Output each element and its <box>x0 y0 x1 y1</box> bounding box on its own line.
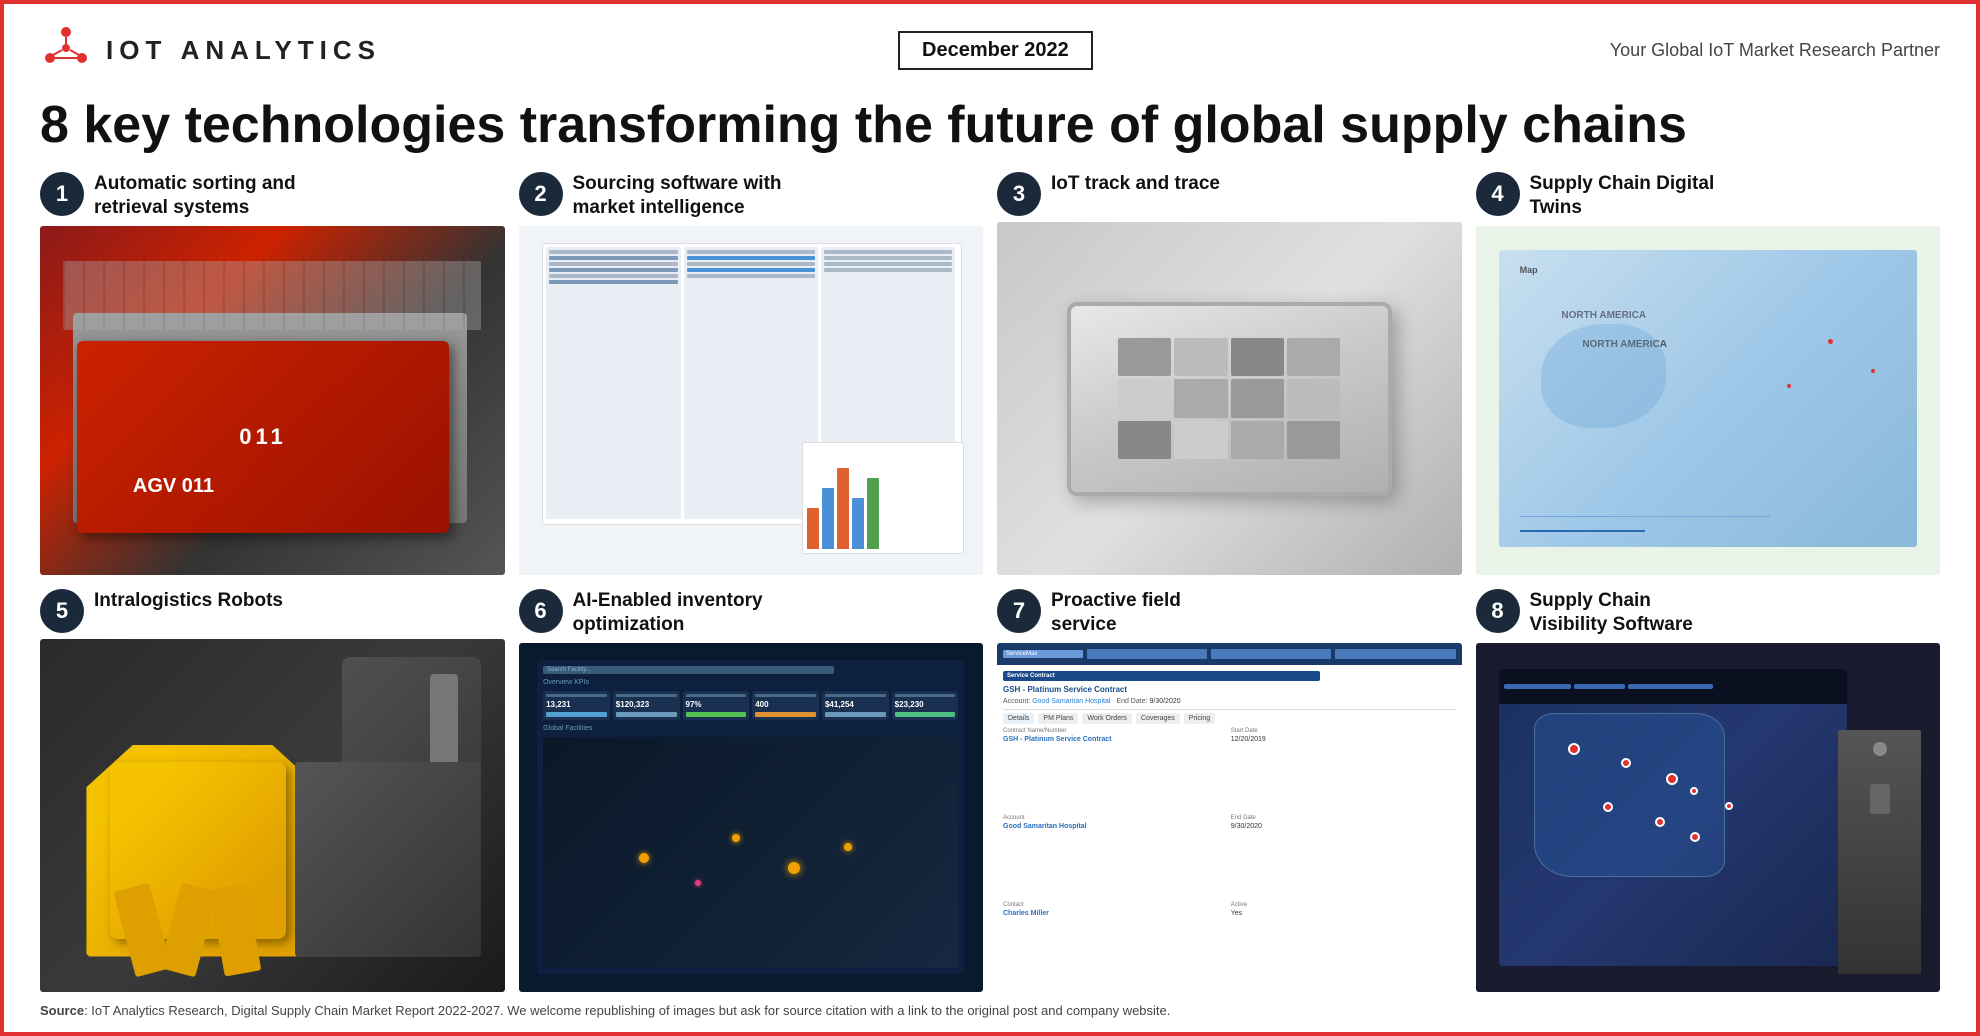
ai-kpis: 13,231 $120,323 97% <box>543 691 958 720</box>
servicemax-image: ServiceMax Service Contract GSH - Platin… <box>997 643 1462 992</box>
iot-image <box>997 222 1462 575</box>
ai-world-map <box>543 737 958 968</box>
card-5-title: Intralogistics Robots <box>94 589 283 613</box>
header: IOT ANALYTICS December 2022 Your Global … <box>40 22 1940 79</box>
robot-body: 011 <box>77 341 449 533</box>
card-4-image: Map NORTH AMERICA <box>1476 226 1941 575</box>
page: IOT ANALYTICS December 2022 Your Global … <box>4 4 1976 1032</box>
sourcing-chart <box>802 442 965 554</box>
card-2-image <box>519 226 984 575</box>
twins-map: Map NORTH AMERICA <box>1499 250 1917 547</box>
sourcing-image <box>519 226 984 575</box>
visibility-image <box>1476 643 1941 992</box>
iot-analytics-logo-icon <box>40 22 92 79</box>
card-8-image <box>1476 643 1941 992</box>
card-4: 4 Supply Chain Digital Twins Map NORTH A… <box>1476 172 1941 575</box>
card-7-title: Proactive field service <box>1051 589 1181 637</box>
card-5-number: 5 <box>40 589 84 633</box>
card-3-number: 3 <box>997 172 1041 216</box>
twins-image: Map NORTH AMERICA <box>1476 226 1941 575</box>
card-2-title: Sourcing software with market intelligen… <box>573 172 782 220</box>
footer-text: : IoT Analytics Research, Digital Supply… <box>84 1003 1170 1018</box>
card-8-title: Supply Chain Visibility Software <box>1530 589 1693 637</box>
card-3-image <box>997 222 1462 575</box>
servicemax-fields: Contract Name/Number GSH - Platinum Serv… <box>1003 728 1456 986</box>
card-6-header: 6 AI-Enabled inventory optimization <box>519 589 984 637</box>
conveyor-lines <box>63 261 481 331</box>
card-1-number: 1 <box>40 172 84 216</box>
card-6-image: Search Facility... Overview KPIs 13,231 … <box>519 643 984 992</box>
logo-area: IOT ANALYTICS <box>40 22 381 79</box>
main-title: 8 key technologies transforming the futu… <box>40 97 1940 154</box>
card-6-number: 6 <box>519 589 563 633</box>
card-3-title: IoT track and trace <box>1051 172 1220 196</box>
card-7-image: ServiceMax Service Contract GSH - Platin… <box>997 643 1462 992</box>
card-1-title: Automatic sorting and retrieval systems <box>94 172 296 220</box>
cards-grid: 1 Automatic sorting and retrieval system… <box>40 172 1940 992</box>
intralogistics-image <box>40 639 505 992</box>
card-1: 1 Automatic sorting and retrieval system… <box>40 172 505 575</box>
footer-source-label: Source <box>40 1003 84 1018</box>
card-4-title: Supply Chain Digital Twins <box>1530 172 1715 220</box>
card-8-number: 8 <box>1476 589 1520 633</box>
servicemax-body: Service Contract GSH - Platinum Service … <box>997 665 1462 992</box>
ai-inventory-inner: Search Facility... Overview KPIs 13,231 … <box>537 660 964 974</box>
presenter-silhouette <box>1838 730 1922 975</box>
card-1-header: 1 Automatic sorting and retrieval system… <box>40 172 505 220</box>
card-3-header: 3 IoT track and trace <box>997 172 1462 216</box>
card-6: 6 AI-Enabled inventory optimization Sear… <box>519 589 984 992</box>
robots-image: 011 <box>40 226 505 575</box>
card-5: 5 Intralogistics Robots <box>40 589 505 992</box>
card-2-number: 2 <box>519 172 563 216</box>
visibility-map <box>1499 669 1847 966</box>
card-7-number: 7 <box>997 589 1041 633</box>
card-2-header: 2 Sourcing software with market intellig… <box>519 172 984 220</box>
tagline: Your Global IoT Market Research Partner <box>1610 40 1940 61</box>
card-3: 3 IoT track and trace <box>997 172 1462 575</box>
servicemax-header: ServiceMax <box>997 643 1462 665</box>
date-badge: December 2022 <box>898 31 1093 70</box>
ai-inventory-image: Search Facility... Overview KPIs 13,231 … <box>519 643 984 992</box>
card-4-number: 4 <box>1476 172 1520 216</box>
card-4-header: 4 Supply Chain Digital Twins <box>1476 172 1941 220</box>
card-7-header: 7 Proactive field service <box>997 589 1462 637</box>
logo-text: IOT ANALYTICS <box>106 35 381 66</box>
card-2: 2 Sourcing software with market intellig… <box>519 172 984 575</box>
card-8: 8 Supply Chain Visibility Software <box>1476 589 1941 992</box>
card-7: 7 Proactive field service ServiceMax Ser… <box>997 589 1462 992</box>
card-8-header: 8 Supply Chain Visibility Software <box>1476 589 1941 637</box>
card-6-title: AI-Enabled inventory optimization <box>573 589 763 637</box>
card-1-image: 011 <box>40 226 505 575</box>
footer: Source: IoT Analytics Research, Digital … <box>40 1002 1940 1020</box>
card-5-header: 5 Intralogistics Robots <box>40 589 505 633</box>
iot-device <box>1067 302 1392 496</box>
card-5-image <box>40 639 505 992</box>
